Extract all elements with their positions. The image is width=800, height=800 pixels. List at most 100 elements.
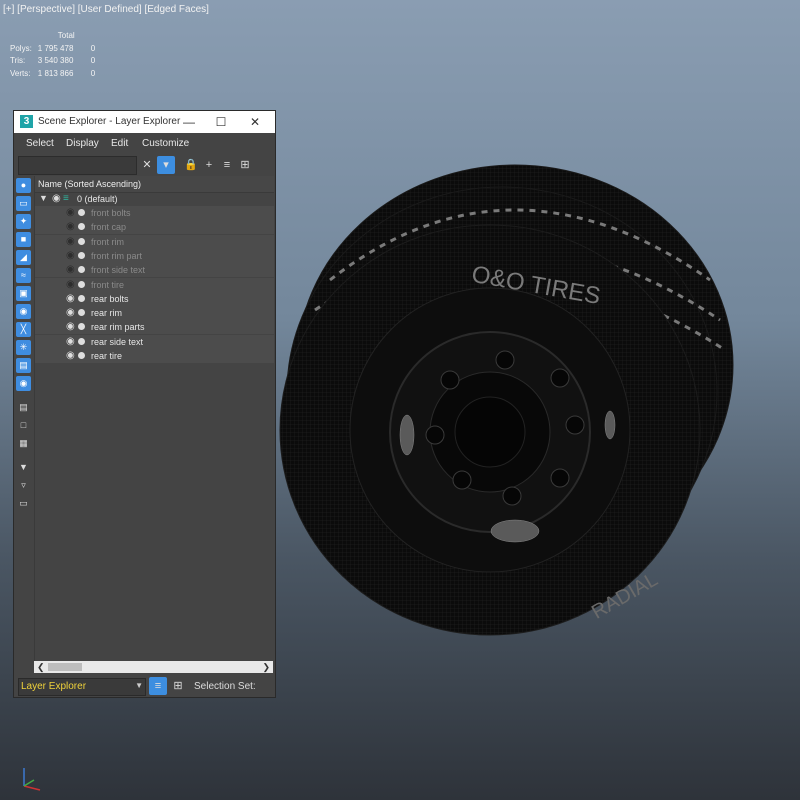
eye-icon[interactable]: ◉ [66, 307, 77, 318]
layer-row[interactable]: ▼ ◉ ≡ 0 (default) [35, 192, 274, 206]
freeze-dot-icon[interactable] [78, 323, 85, 331]
eye-icon[interactable]: ◉ [66, 250, 77, 261]
object-row[interactable]: ◉ front side text [35, 263, 274, 278]
object-row[interactable]: ◉ front tire [35, 277, 274, 292]
eye-icon[interactable]: ◉ [66, 336, 77, 347]
explorer-mode-value: Layer Explorer [21, 681, 87, 692]
filter-toggle-icon[interactable]: ▾ [157, 156, 175, 174]
object-row[interactable]: ◉ front rim part [35, 248, 274, 263]
spacewarp-filter-icon[interactable]: ≈ [16, 268, 31, 283]
add-layer-icon[interactable]: + [200, 156, 218, 174]
particle-filter-icon[interactable]: ✳ [16, 340, 31, 355]
eye-icon[interactable]: ◉ [66, 321, 77, 332]
eye-icon[interactable]: ◉ [66, 221, 77, 232]
scroll-right-icon[interactable]: ❯ [262, 661, 270, 673]
freeze-dot-icon[interactable] [78, 209, 85, 216]
xref-filter-icon[interactable]: ◉ [16, 304, 31, 319]
hierarchy-icon[interactable]: ⊞ [236, 156, 254, 174]
eye-icon[interactable]: ◉ [66, 279, 77, 290]
freeze-dot-icon[interactable] [78, 352, 85, 359]
clear-search-icon[interactable]: ✕ [138, 156, 156, 174]
freeze-dot-icon[interactable] [78, 251, 85, 259]
hidden-filter-icon[interactable]: ◉ [16, 376, 31, 391]
filter-icon[interactable]: ▼ [16, 460, 31, 475]
freeze-dot-icon[interactable] [78, 309, 85, 317]
camera-filter-icon[interactable]: ■ [16, 232, 31, 247]
eye-icon[interactable]: ◉ [52, 193, 61, 204]
object-name: rear rim [91, 308, 122, 319]
column-header[interactable]: Name (Sorted Ascending) [35, 176, 274, 193]
lock-icon[interactable]: 🔒 [182, 156, 200, 174]
object-row[interactable]: ◉ rear rim parts [35, 320, 274, 335]
explorer-bottombar: Layer Explorer ▼ ≡ ⊞ Selection Set: [14, 675, 275, 697]
eye-icon[interactable]: ◉ [66, 207, 77, 218]
scroll-left-icon[interactable]: ❮ [37, 661, 45, 673]
scene-statistics: Total Polys: 1 795 478 0 Tris: 3 540 380 0 V… [10, 30, 101, 80]
layer-tree: Name (Sorted Ascending) ▼ ◉ ≡ 0 (default… [34, 176, 274, 661]
search-input[interactable] [18, 156, 137, 175]
object-row[interactable]: ◉ rear tire [35, 349, 274, 363]
menu-select[interactable]: Select [26, 138, 54, 149]
stats-label: Tris: [10, 56, 26, 65]
freeze-dot-icon[interactable] [78, 337, 85, 345]
explorer-titlebar[interactable]: 3 Scene Explorer - Layer Explorer — ☐ ✕ [14, 111, 275, 133]
eye-icon[interactable]: ◉ [66, 236, 77, 247]
funnel-icon[interactable]: ▿ [16, 478, 31, 493]
eye-icon[interactable]: ◉ [66, 264, 77, 275]
light-filter-icon[interactable]: ✦ [16, 214, 31, 229]
chevron-down-icon: ▼ [135, 681, 143, 690]
stats-selected: 0 [90, 68, 96, 78]
object-name: front tire [91, 279, 125, 290]
object-row[interactable]: ◉ rear rim [35, 306, 274, 321]
object-name: rear bolts [91, 293, 129, 304]
menu-display[interactable]: Display [66, 138, 99, 149]
scene-explorer-icon[interactable]: ⊞ [169, 677, 187, 695]
stats-label: Polys: [10, 43, 32, 53]
scene-explorer-window: 3 Scene Explorer - Layer Explorer — ☐ ✕ … [14, 111, 275, 697]
display-all-icon[interactable]: ● [16, 178, 31, 193]
minimize-button[interactable]: — [174, 113, 204, 131]
object-name: rear side text [91, 336, 144, 347]
object-row[interactable]: ◉ rear bolts [35, 291, 274, 306]
maximize-button[interactable]: ☐ [206, 113, 236, 131]
object-row[interactable]: ◉ front cap [35, 220, 274, 235]
viewport-label[interactable]: [+] [Perspective] [User Defined] [Edged … [3, 4, 209, 15]
wheel-model[interactable]: O&O TIRES RADIAL [270, 160, 750, 650]
filter-sidebar: ● ▭ ✦ ■ ◢ ≈ ▣ ◉ ╳ ✳ ▤ ◉ ▤ □ ▦ ▼ ▿ ▭ [14, 178, 34, 678]
object-row[interactable]: ◉ front rim [35, 234, 274, 249]
app-logo-icon: 3 [20, 115, 33, 128]
expand-arrow-icon[interactable]: ▼ [39, 193, 48, 203]
explorer-toolbar: ✕ ▾ 🔒 + ≡ ⊞ [14, 154, 275, 176]
object-row[interactable]: ◉ rear side text [35, 334, 274, 349]
layer-name: 0 (default) [77, 194, 118, 204]
eye-icon[interactable]: ◉ [66, 350, 77, 361]
container-filter-icon[interactable]: ▤ [16, 358, 31, 373]
close-button[interactable]: ✕ [240, 113, 270, 131]
helper-filter-icon[interactable]: ◢ [16, 250, 31, 265]
freeze-dot-icon[interactable] [78, 237, 85, 245]
object-row[interactable]: ◉ front bolts [35, 206, 274, 220]
object-name: front side text [91, 265, 146, 276]
explorer-mode-dropdown[interactable]: Layer Explorer ▼ [18, 678, 146, 696]
freeze-dot-icon[interactable] [78, 223, 85, 231]
object-name: rear tire [91, 351, 123, 361]
menu-edit[interactable]: Edit [111, 138, 128, 149]
stats-total: 1 795 478 [37, 43, 74, 53]
freeze-dot-icon[interactable] [78, 280, 85, 288]
layer-explorer-icon[interactable]: ≡ [149, 677, 167, 695]
eye-icon[interactable]: ◉ [66, 293, 77, 304]
select-none-icon[interactable]: □ [16, 418, 31, 433]
selection-set-icon[interactable]: ▭ [16, 496, 31, 511]
bone-filter-icon[interactable]: ╳ [16, 322, 31, 337]
layers-icon[interactable]: ≡ [218, 156, 236, 174]
geometry-filter-icon[interactable]: ▭ [16, 196, 31, 211]
horizontal-scrollbar[interactable]: ❮ ❯ [34, 661, 273, 673]
menu-customize[interactable]: Customize [142, 138, 189, 149]
select-all-icon[interactable]: ▤ [16, 400, 31, 415]
select-invert-icon[interactable]: ▦ [16, 436, 31, 451]
scrollbar-thumb[interactable] [48, 663, 82, 671]
freeze-dot-icon[interactable] [78, 266, 85, 274]
stats-selected: 0 [90, 43, 96, 53]
group-filter-icon[interactable]: ▣ [16, 286, 31, 301]
freeze-dot-icon[interactable] [78, 294, 85, 302]
